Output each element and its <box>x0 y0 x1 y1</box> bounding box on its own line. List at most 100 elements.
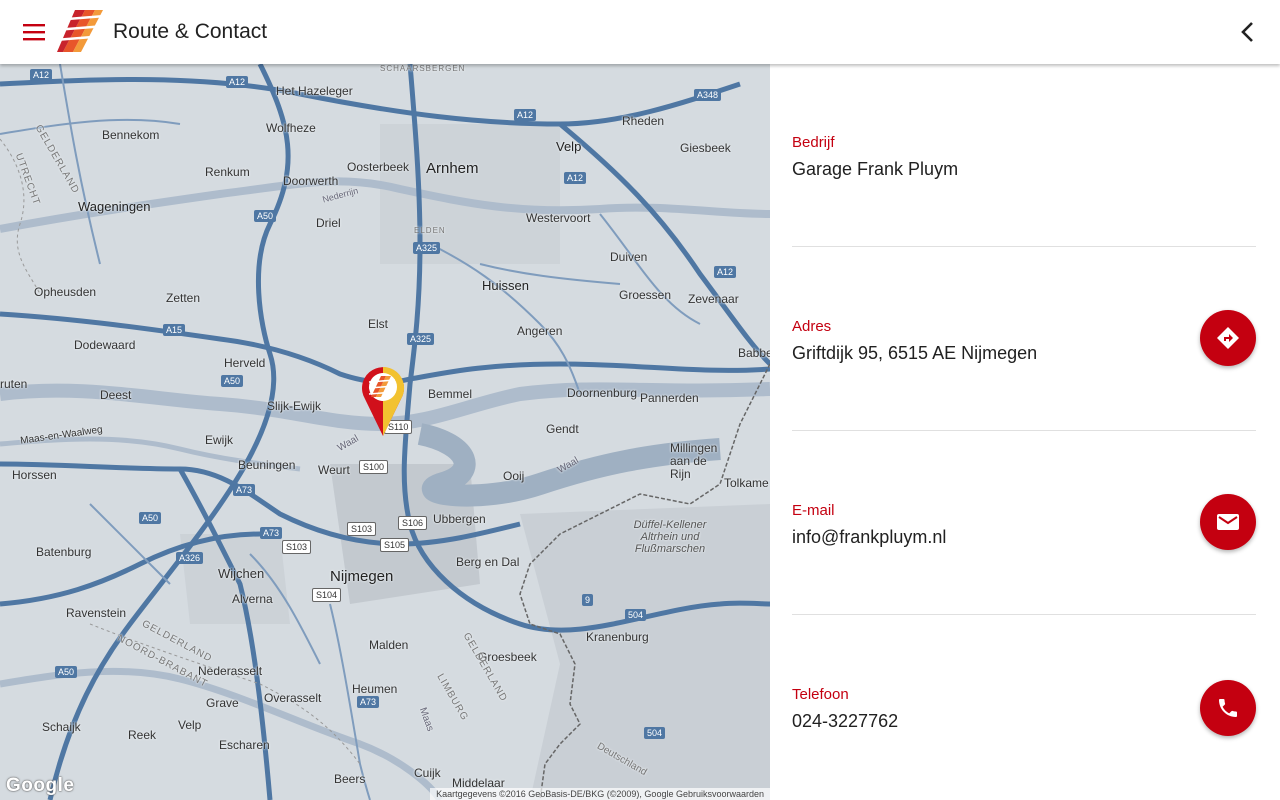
road-shield-a50: A50 <box>221 375 244 387</box>
road-shield-s105: S105 <box>380 538 410 552</box>
map-label-weurt: Weurt <box>318 463 350 477</box>
road-shield-a325: A325 <box>407 333 435 345</box>
menu-button[interactable] <box>16 16 54 48</box>
map-label-cuijk: Cuijk <box>414 766 441 780</box>
map-label-nijmegen: Nijmegen <box>330 568 394 585</box>
map-label-wageningen: Wageningen <box>78 199 151 214</box>
map-label-ewijk: Ewijk <box>205 433 234 447</box>
map-label-opheusden: Opheusden <box>34 285 97 299</box>
address-label: Adres <box>792 318 832 335</box>
map-label-het-hazeleger: Het Hazeleger <box>276 84 353 98</box>
road-shield-504: 504 <box>625 609 647 621</box>
phone-icon <box>1219 699 1237 717</box>
road-shield-a73: A73 <box>357 696 380 708</box>
road-shield-s103: S103 <box>282 540 312 554</box>
mail-icon <box>1217 514 1239 530</box>
road-shield-a12: A12 <box>514 109 537 121</box>
directions-button[interactable] <box>1200 310 1256 366</box>
road-shield-a50: A50 <box>55 666 78 678</box>
map-label-beers: Beers <box>334 772 366 786</box>
road-shield-a325: A325 <box>413 242 441 254</box>
phone-value: 024-3227762 <box>792 711 899 731</box>
company-row: Bedrijf Garage Frank Pluym <box>792 134 1256 180</box>
email-value: info@frankpluym.nl <box>792 527 947 547</box>
location-pin-icon[interactable] <box>361 365 405 437</box>
map-view[interactable]: Arnhem Nijmegen Wageningen Velp Huissen … <box>0 64 770 800</box>
road-shield-a12: A12 <box>564 172 587 184</box>
map-label-wolfheze: Wolfheze <box>266 121 316 135</box>
map-label-kranenburg: Kranenburg <box>586 630 649 644</box>
map-label-alverna: Alverna <box>232 592 273 606</box>
map-label-ubbergen: Ubbergen <box>433 512 486 526</box>
map-label-heumen: Heumen <box>352 682 398 696</box>
email-row: E-mail info@frankpluym.nl <box>792 502 1256 548</box>
map-label-zetten: Zetten <box>166 291 201 305</box>
map-label-gendt: Gendt <box>546 422 579 436</box>
map-label-slijk-ewijk: Slijk-Ewijk <box>267 399 321 413</box>
road-shield-s106: S106 <box>398 516 428 530</box>
map-label-grave: Grave <box>206 696 239 710</box>
app-bar: Route & Contact <box>0 0 1280 64</box>
road-shield-a12: A12 <box>714 266 737 278</box>
map-label-schaijk: Schaijk <box>42 720 81 734</box>
road-shield-9: 9 <box>582 594 594 606</box>
map-label-duiven: Duiven <box>610 250 648 264</box>
map-label-schaarsbergen: SCHAARSBERGEN <box>380 64 466 73</box>
map-label-velp2: Velp <box>178 718 202 732</box>
road-shield-s103: S103 <box>347 522 377 536</box>
map-label-elst: Elst <box>368 317 389 331</box>
map-label-bennekom: Bennekom <box>102 128 160 142</box>
map-label-angeren: Angeren <box>517 324 563 338</box>
divider <box>792 246 1256 247</box>
call-button[interactable] <box>1200 680 1256 736</box>
email-label: E-mail <box>792 502 835 519</box>
map-label-ruten: ruten <box>0 377 28 391</box>
email-button[interactable] <box>1200 494 1256 550</box>
company-label: Bedrijf <box>792 134 835 151</box>
road-shield-a73: A73 <box>260 527 283 539</box>
map-label-wijchen: Wijchen <box>218 566 265 581</box>
map-attribution[interactable]: Kaartgegevens ©2016 GeoBasis-DE/BKG (©20… <box>430 788 770 800</box>
contact-panel: Bedrijf Garage Frank Pluym Adres Griftdi… <box>770 64 1280 800</box>
map-label-doornenburg: Doornenburg <box>567 386 638 400</box>
map-label-malden: Malden <box>369 638 409 652</box>
road-shield-a12: A12 <box>226 76 249 88</box>
map-label-duffel: Düffel-Kellener Altrhein und Flußmarsche… <box>633 519 707 555</box>
map-label-horssen: Horssen <box>12 468 57 482</box>
map-label-deest: Deest <box>100 388 132 402</box>
map-label-batenburg: Batenburg <box>36 545 92 559</box>
map-label-millingen: Millingen aan de Rijn <box>670 441 718 481</box>
road-shield-504: 504 <box>644 727 666 739</box>
address-row: Adres Griftdijk 95, 6515 AE Nijmegen <box>792 318 1256 364</box>
phone-label: Telefoon <box>792 686 849 703</box>
map-label-pannerden: Pannerden <box>640 391 699 405</box>
map-label-arnhem: Arnhem <box>426 160 479 177</box>
map-label-tolkame: Tolkame <box>724 476 769 490</box>
road-shield-s104: S104 <box>312 588 342 602</box>
back-button[interactable] <box>1232 16 1264 48</box>
map-label-oosterbeek: Oosterbeek <box>347 160 410 174</box>
google-logo: Google <box>6 775 75 796</box>
road-shield-a50: A50 <box>139 512 162 524</box>
map-label-babbe: Babbe <box>738 346 770 360</box>
map-label-nederasselt: Nederasselt <box>198 664 263 678</box>
road-shield-a326: A326 <box>176 552 204 564</box>
map-label-bemmel: Bemmel <box>428 387 473 401</box>
company-value: Garage Frank Pluym <box>792 159 959 179</box>
address-value: Griftdijk 95, 6515 AE Nijmegen <box>792 343 1038 363</box>
map-label-dodewaard: Dodewaard <box>74 338 136 352</box>
map-label-westervoort: Westervoort <box>526 211 591 225</box>
map-label-elden: ELDEN <box>414 226 446 235</box>
phone-row: Telefoon 024-3227762 <box>792 686 1256 732</box>
map-label-doorwerth: Doorwerth <box>283 174 339 188</box>
map-label-ravenstein: Ravenstein <box>66 606 127 620</box>
menu-icon <box>23 24 45 41</box>
map-label-overasselt: Overasselt <box>264 691 322 705</box>
map-label-zevenaar: Zevenaar <box>688 292 739 306</box>
map-label-reek: Reek <box>128 728 157 742</box>
map-label-ooij: Ooij <box>503 469 525 483</box>
road-shield-a348: A348 <box>694 89 722 101</box>
brand-logo <box>55 10 105 52</box>
road-shield-a15: A15 <box>163 324 186 336</box>
map-label-escharen: Escharen <box>219 738 270 752</box>
